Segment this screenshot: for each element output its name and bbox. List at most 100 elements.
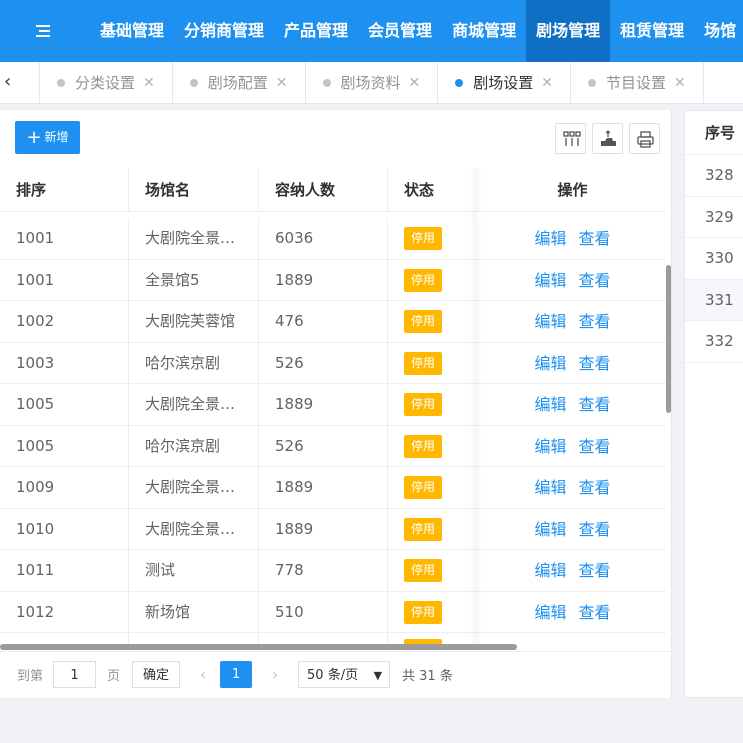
capacity-cell: 6036 xyxy=(259,218,388,260)
nav-item[interactable]: 场馆 xyxy=(694,0,743,62)
sort-cell: 1012 xyxy=(0,591,129,633)
table-row: 1010 大剧院全景… 1889 停用 编辑 查看 xyxy=(0,508,666,550)
confirm-button[interactable]: 确定 xyxy=(132,661,181,688)
nav-item[interactable]: 产品管理 xyxy=(274,0,358,62)
table-row: 1005 大剧院全景… 1889 停用 编辑 查看 xyxy=(0,384,666,426)
venue-name-cell: 新场馆 xyxy=(129,591,259,633)
top-nav: 基础管理 分销商管理 产品管理 会员管理 商城管理 剧场管理 租赁管理 场馆 xyxy=(90,0,743,62)
close-icon[interactable]: ✕ xyxy=(674,62,686,103)
view-link[interactable]: 查看 xyxy=(579,395,611,414)
sort-cell: 1009 xyxy=(0,467,129,509)
page-size-select[interactable]: 50 条/页 ▼ xyxy=(298,661,391,688)
capacity-cell: 526 xyxy=(259,425,388,467)
tab[interactable]: 剧场资料 ✕ xyxy=(306,62,439,103)
close-icon[interactable]: ✕ xyxy=(409,62,421,103)
tab[interactable]: 剧场设置 ✕ xyxy=(438,62,571,103)
view-link[interactable]: 查看 xyxy=(579,229,611,248)
venue-name-cell: 测试 xyxy=(129,550,259,592)
table-body: 1001 大剧院全景… 6036 停用 编辑 查看 1001 全景馆5 1889 停用 编辑 查看 10… xyxy=(0,218,666,650)
capacity-cell: 526 xyxy=(259,342,388,384)
edit-link[interactable]: 编辑 xyxy=(534,271,566,290)
actions-cell: 编辑 查看 xyxy=(479,592,666,634)
sort-cell: 1001 xyxy=(0,259,129,301)
main-card: + 新增 排序 场馆名 容纳人数 状态 操作 1001 大剧院全景… 6036 停用 编辑 查看 10… xyxy=(0,110,672,698)
view-link[interactable]: 查看 xyxy=(579,478,611,497)
actions-cell: 编辑 查看 xyxy=(479,218,666,260)
capacity-cell: 778 xyxy=(259,550,388,592)
edit-link[interactable]: 编辑 xyxy=(534,229,566,248)
edit-link[interactable]: 编辑 xyxy=(534,395,566,414)
view-link[interactable]: 查看 xyxy=(579,437,611,456)
tab[interactable]: 剧场配置 ✕ xyxy=(173,62,306,103)
view-link[interactable]: 查看 xyxy=(579,561,611,580)
close-icon[interactable]: ✕ xyxy=(276,62,288,103)
export-icon xyxy=(601,130,616,146)
side-table-row: 328 xyxy=(685,155,743,197)
venue-name-cell: 大剧院全景… xyxy=(129,508,259,550)
menu-toggle-icon[interactable] xyxy=(36,24,50,38)
nav-item[interactable]: 基础管理 xyxy=(90,0,174,62)
actions-cell: 编辑 查看 xyxy=(479,260,666,302)
vertical-scrollbar[interactable] xyxy=(666,265,671,413)
close-icon[interactable]: ✕ xyxy=(143,62,155,103)
sort-cell: 1005 xyxy=(0,384,129,426)
table-row: 1001 大剧院全景… 6036 停用 编辑 查看 xyxy=(0,218,666,260)
nav-item[interactable]: 会员管理 xyxy=(358,0,442,62)
current-page-button[interactable]: 1 xyxy=(220,661,253,688)
total-count: 共 31 条 xyxy=(402,669,453,684)
print-button[interactable] xyxy=(629,123,660,154)
tab-dot-icon xyxy=(588,79,596,87)
tab-dot-icon xyxy=(57,79,65,87)
table-row: 1009 大剧院全景… 1889 停用 编辑 查看 xyxy=(0,467,666,509)
close-icon[interactable]: ✕ xyxy=(541,62,553,103)
status-badge: 停用 xyxy=(404,268,442,292)
tab-scroll-left-icon[interactable]: ‹ xyxy=(0,62,40,103)
actions-cell: 编辑 查看 xyxy=(479,467,666,509)
nav-item[interactable]: 租赁管理 xyxy=(610,0,694,62)
status-cell: 停用 xyxy=(388,467,479,509)
tab-label: 剧场资料 xyxy=(340,74,401,92)
view-link[interactable]: 查看 xyxy=(579,520,611,539)
view-link[interactable]: 查看 xyxy=(579,271,611,290)
tab[interactable]: 节目设置 ✕ xyxy=(571,62,704,103)
edit-link[interactable]: 编辑 xyxy=(534,603,566,622)
prev-page-icon[interactable]: ‹ xyxy=(192,665,214,684)
edit-link[interactable]: 编辑 xyxy=(534,437,566,456)
edit-link[interactable]: 编辑 xyxy=(534,354,566,373)
venue-name-cell: 哈尔滨京剧 xyxy=(129,342,259,384)
venue-name-cell: 大剧院全景… xyxy=(129,467,259,509)
nav-item[interactable]: 商城管理 xyxy=(442,0,526,62)
venue-name-cell: 大剧院芙蓉馆 xyxy=(129,301,259,343)
edit-link[interactable]: 编辑 xyxy=(534,478,566,497)
view-link[interactable]: 查看 xyxy=(579,312,611,331)
goto-label: 到第 xyxy=(17,669,44,684)
export-button[interactable] xyxy=(592,123,623,154)
view-link[interactable]: 查看 xyxy=(579,354,611,373)
table-row: 1001 全景馆5 1889 停用 编辑 查看 xyxy=(0,259,666,302)
add-button[interactable]: + 新增 xyxy=(15,121,80,154)
tab[interactable]: 分类设置 ✕ xyxy=(40,62,173,103)
sort-cell: 1005 xyxy=(0,425,129,467)
horizontal-scrollbar[interactable] xyxy=(0,644,517,650)
next-page-icon[interactable]: › xyxy=(264,665,286,684)
fixed-column-shadow xyxy=(477,168,481,650)
edit-link[interactable]: 编辑 xyxy=(534,561,566,580)
edit-link[interactable]: 编辑 xyxy=(534,312,566,331)
pagination: 到第 1 页 确定 ‹ 1 › 50 条/页 ▼ 共 31 条 xyxy=(0,651,672,697)
side-table-row: 329 xyxy=(685,197,743,238)
columns-button[interactable] xyxy=(555,123,586,154)
venue-name-cell: 哈尔滨京剧 xyxy=(129,425,259,467)
side-table-row: 330 xyxy=(685,238,743,280)
side-table-row: 332 xyxy=(685,321,743,363)
table-row: 1012 新场馆 510 停用 编辑 查看 xyxy=(0,591,666,634)
nav-item[interactable]: 剧场管理 xyxy=(526,0,611,62)
nav-item[interactable]: 分销商管理 xyxy=(174,0,274,62)
status-badge: 停用 xyxy=(404,351,442,375)
goto-page-input[interactable]: 1 xyxy=(53,661,97,688)
edit-link[interactable]: 编辑 xyxy=(534,520,566,539)
capacity-cell: 510 xyxy=(259,591,388,633)
status-cell: 停用 xyxy=(388,342,479,384)
venue-name-cell: 全景馆5 xyxy=(129,259,259,301)
view-link[interactable]: 查看 xyxy=(579,603,611,622)
sort-cell: 1010 xyxy=(0,508,129,550)
